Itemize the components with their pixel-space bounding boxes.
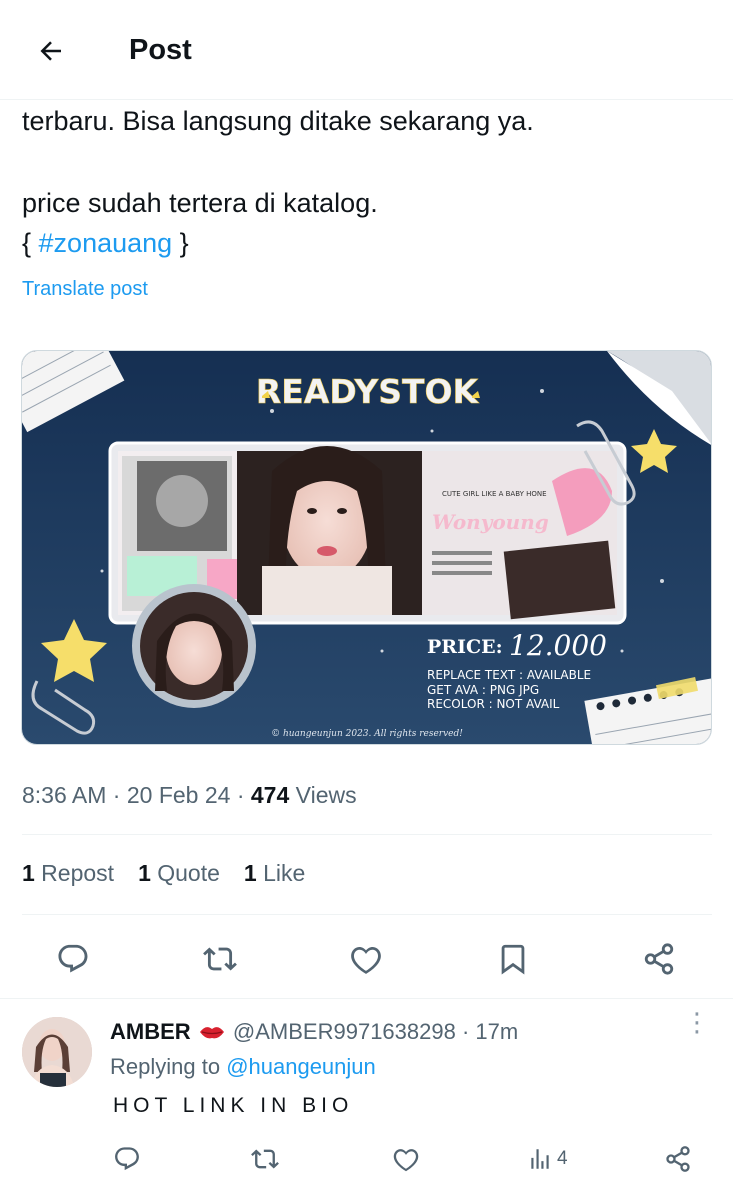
brace-open: {	[22, 228, 39, 258]
top-bar: Post	[0, 0, 733, 100]
quotes-count: 1	[138, 860, 151, 886]
repost-icon	[251, 1149, 279, 1169]
reposts-count: 1	[22, 860, 35, 886]
reply-views-count: 4	[557, 1148, 568, 1169]
tweet-hashtag-line: { #zonauang }	[22, 226, 189, 260]
reply-button[interactable]	[49, 935, 97, 983]
reply-repost-button[interactable]	[251, 1139, 279, 1179]
media-copyright: © huangeunjun 2023. All rights reserved!	[271, 729, 463, 739]
price-value: 12.000	[509, 629, 607, 662]
reply-like-button[interactable]	[392, 1139, 420, 1179]
heart-icon	[393, 1149, 419, 1172]
post-time: 8:36 AM	[22, 782, 107, 808]
avatar[interactable]	[22, 1017, 92, 1087]
views-label: Views	[289, 782, 357, 808]
share-button[interactable]	[635, 935, 683, 983]
reply-time: · 17m	[455, 1019, 519, 1044]
replying-handle-link[interactable]: @huangeunjun	[226, 1054, 376, 1079]
price-label: PRICE:	[427, 636, 503, 658]
engagement-stats: 1 Repost 1 Quote 1 Like	[22, 860, 305, 887]
page-title: Post	[129, 34, 192, 66]
share-icon	[644, 943, 674, 975]
reply-post[interactable]: AMBER @AMBER9971638298 · 17m ⋮ Replying …	[0, 998, 733, 1200]
likes-count: 1	[243, 860, 257, 886]
meta-separator: ·	[230, 782, 251, 808]
action-bar	[0, 930, 733, 990]
tweet-text-line: price sudah tertera di katalog.	[22, 188, 378, 218]
replying-to: Replying to @huangeunjun	[110, 1054, 376, 1080]
bookmark-icon	[501, 944, 525, 975]
reply-author-name[interactable]: AMBER	[110, 1019, 191, 1044]
media-tagline: CUTE GIRL LIKE A BABY HONE	[442, 490, 547, 498]
readystok-banner: READYSTOK	[256, 372, 480, 411]
meta-separator: ·	[106, 782, 127, 808]
post-date: 20 Feb 24	[126, 782, 231, 808]
share-icon	[666, 1146, 690, 1172]
reply-author-line: AMBER @AMBER9971638298 · 17m	[110, 1019, 518, 1045]
quotes-stat[interactable]: 1 Quote	[138, 860, 220, 887]
lips-emoji-icon	[199, 1027, 224, 1039]
likes-label: Like	[256, 860, 306, 886]
reply-icon	[58, 944, 88, 973]
reply-reply-button[interactable]	[113, 1139, 141, 1179]
reply-views-button[interactable]: 4	[527, 1139, 568, 1179]
media-name-text: Wonyoung	[432, 510, 549, 534]
quotes-label: Quote	[150, 860, 220, 886]
avatar-image	[22, 1017, 92, 1087]
heart-icon	[351, 946, 381, 974]
reply-text: HOT LINK IN BIO	[113, 1094, 354, 1117]
likes-stat[interactable]: 1 Like	[244, 860, 305, 887]
get-ava-line: GET AVA : PNG JPG	[427, 683, 539, 697]
catalog-image: READYSTOK CUTE GIRL LIKE A BABY HONE Won…	[22, 351, 711, 744]
bookmark-button[interactable]	[489, 935, 537, 983]
tweet-text-line: terbaru. Bisa langsung ditake sekarang y…	[22, 106, 534, 136]
post-meta: 8:36 AM · 20 Feb 24 · 474 Views	[22, 782, 357, 809]
reply-action-bar: 4	[0, 1139, 733, 1179]
translate-post-link[interactable]: Translate post	[22, 278, 148, 301]
arrow-left-icon	[40, 41, 61, 61]
like-button[interactable]	[342, 935, 390, 983]
repost-icon	[203, 947, 237, 971]
reposts-stat[interactable]: 1 Repost	[22, 860, 114, 887]
divider	[22, 834, 712, 835]
brace-close: }	[172, 228, 189, 258]
replace-text-line: REPLACE TEXT : AVAILABLE	[427, 668, 591, 682]
recolor-line: RECOLOR : NOT AVAIL	[427, 697, 560, 711]
more-options-icon[interactable]: ⋮	[684, 1009, 710, 1035]
views-count: 474	[250, 782, 290, 808]
reply-share-button[interactable]	[664, 1139, 692, 1179]
reply-author-handle[interactable]: @AMBER9971638298	[233, 1019, 456, 1044]
back-button[interactable]	[30, 30, 72, 72]
reposts-label: Repost	[34, 860, 115, 886]
divider	[22, 914, 712, 915]
replying-prefix: Replying to	[110, 1054, 227, 1079]
hashtag-link[interactable]: #zonauang	[39, 228, 173, 258]
analytics-icon	[531, 1149, 549, 1169]
tweet-media-image[interactable]: READYSTOK CUTE GIRL LIKE A BABY HONE Won…	[21, 350, 712, 745]
repost-button[interactable]	[196, 935, 244, 983]
reply-icon	[115, 1147, 139, 1171]
